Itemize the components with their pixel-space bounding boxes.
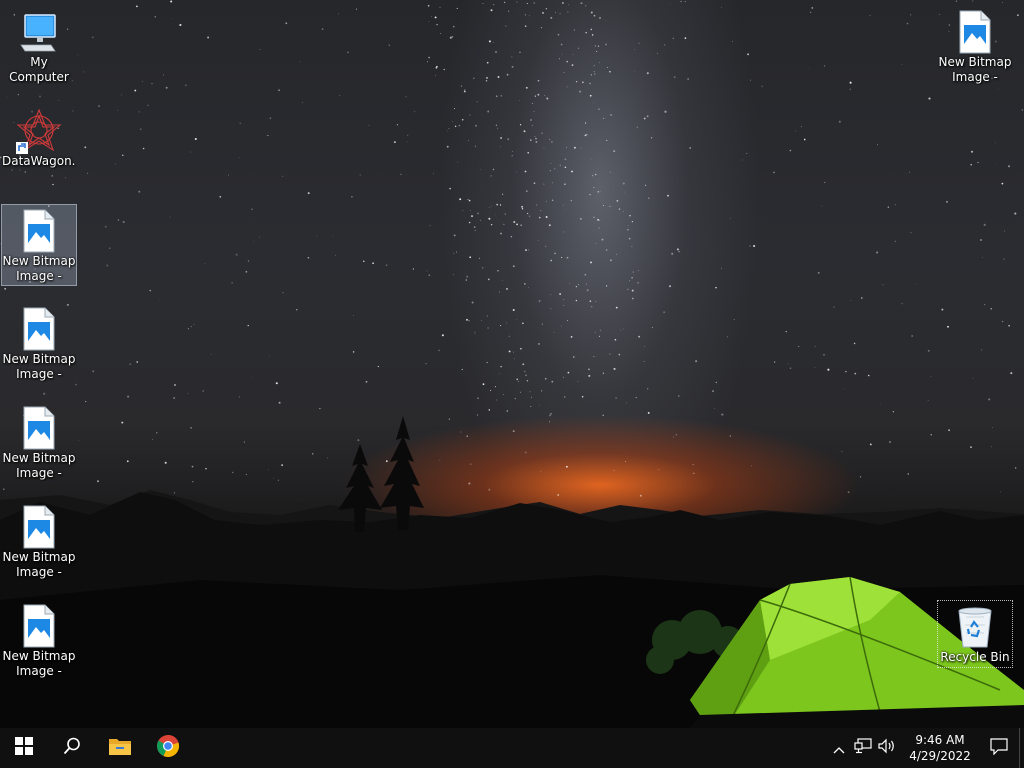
volume-button[interactable] <box>875 728 899 768</box>
network-icon <box>854 738 872 758</box>
desktop-icon-bitmap-copy-3[interactable]: New Bitmap Image - Co... <box>1 402 77 484</box>
taskbar-clock[interactable]: 9:46 AM 4/29/2022 <box>905 732 975 764</box>
network-button[interactable] <box>851 728 875 768</box>
search-button[interactable] <box>48 728 96 768</box>
system-tray: 9:46 AM 4/29/2022 <box>827 728 1024 768</box>
chrome-icon <box>156 734 180 762</box>
bitmap-file-icon <box>15 306 63 352</box>
windows-start-icon <box>15 737 33 759</box>
computer-icon <box>15 9 63 55</box>
desktop-icon-label: My Computer <box>9 55 69 84</box>
landscape-wallpaper <box>0 416 1024 728</box>
search-icon <box>63 737 81 759</box>
taskbar-file-explorer[interactable] <box>96 728 144 768</box>
desktop-icon-bitmap-copy-2[interactable]: New Bitmap Image - Co... <box>1 303 77 385</box>
desktop-icon-label: New Bitmap Image - Co... <box>2 352 76 381</box>
taskbar: 9:46 AM 4/29/2022 <box>0 728 1024 768</box>
desktop-icon-label: New Bitmap Image - Co... <box>2 451 76 480</box>
action-center-icon <box>990 737 1008 759</box>
desktop-icon-label: New Bitmap Image - Co... <box>2 649 76 678</box>
volume-icon <box>878 738 896 758</box>
desktop-icon-recycle-bin[interactable]: Recycle Bin <box>937 600 1013 668</box>
clock-time: 9:46 AM <box>915 733 965 747</box>
show-hidden-icons-button[interactable] <box>827 728 851 768</box>
desktop-icon-label: DataWagon... <box>2 154 76 168</box>
desktop[interactable]: My Computer DataWagon... New Bitmap Imag… <box>0 0 1024 728</box>
desktop-icon-bitmap-copy-5[interactable]: New Bitmap Image - Co... <box>1 600 77 682</box>
recycle-bin-icon <box>951 604 999 650</box>
bitmap-file-icon <box>15 208 63 254</box>
desktop-icon-label: New Bitmap Image - Co... <box>2 550 76 579</box>
desktop-icon-datawagon[interactable]: DataWagon... <box>1 105 77 187</box>
chevron-up-icon <box>833 739 845 758</box>
desktop-icon-bitmap-copy-4[interactable]: New Bitmap Image - Co... <box>1 501 77 583</box>
desktop-icon-bitmap-copy-topright[interactable]: New Bitmap Image - Co... <box>937 6 1013 88</box>
desktop-icon-label: New Bitmap Image - Copy <box>2 254 76 283</box>
bitmap-file-icon <box>15 504 63 550</box>
file-explorer-icon <box>108 736 132 760</box>
desktop-icon-label: New Bitmap Image - Co... <box>938 55 1012 84</box>
start-button[interactable] <box>0 728 48 768</box>
bitmap-file-icon <box>15 603 63 649</box>
taskbar-chrome[interactable] <box>144 728 192 768</box>
bitmap-file-icon <box>15 405 63 451</box>
action-center-button[interactable] <box>979 728 1019 768</box>
bitmap-file-icon <box>951 9 999 55</box>
clock-date: 4/29/2022 <box>909 749 971 763</box>
show-desktop-button[interactable] <box>1019 728 1024 768</box>
datawagon-app-icon <box>15 108 63 154</box>
desktop-icon-my-computer[interactable]: My Computer <box>1 6 77 88</box>
desktop-icon-label: Recycle Bin <box>940 650 1010 664</box>
desktop-icon-bitmap-copy-selected[interactable]: New Bitmap Image - Copy <box>1 204 77 286</box>
